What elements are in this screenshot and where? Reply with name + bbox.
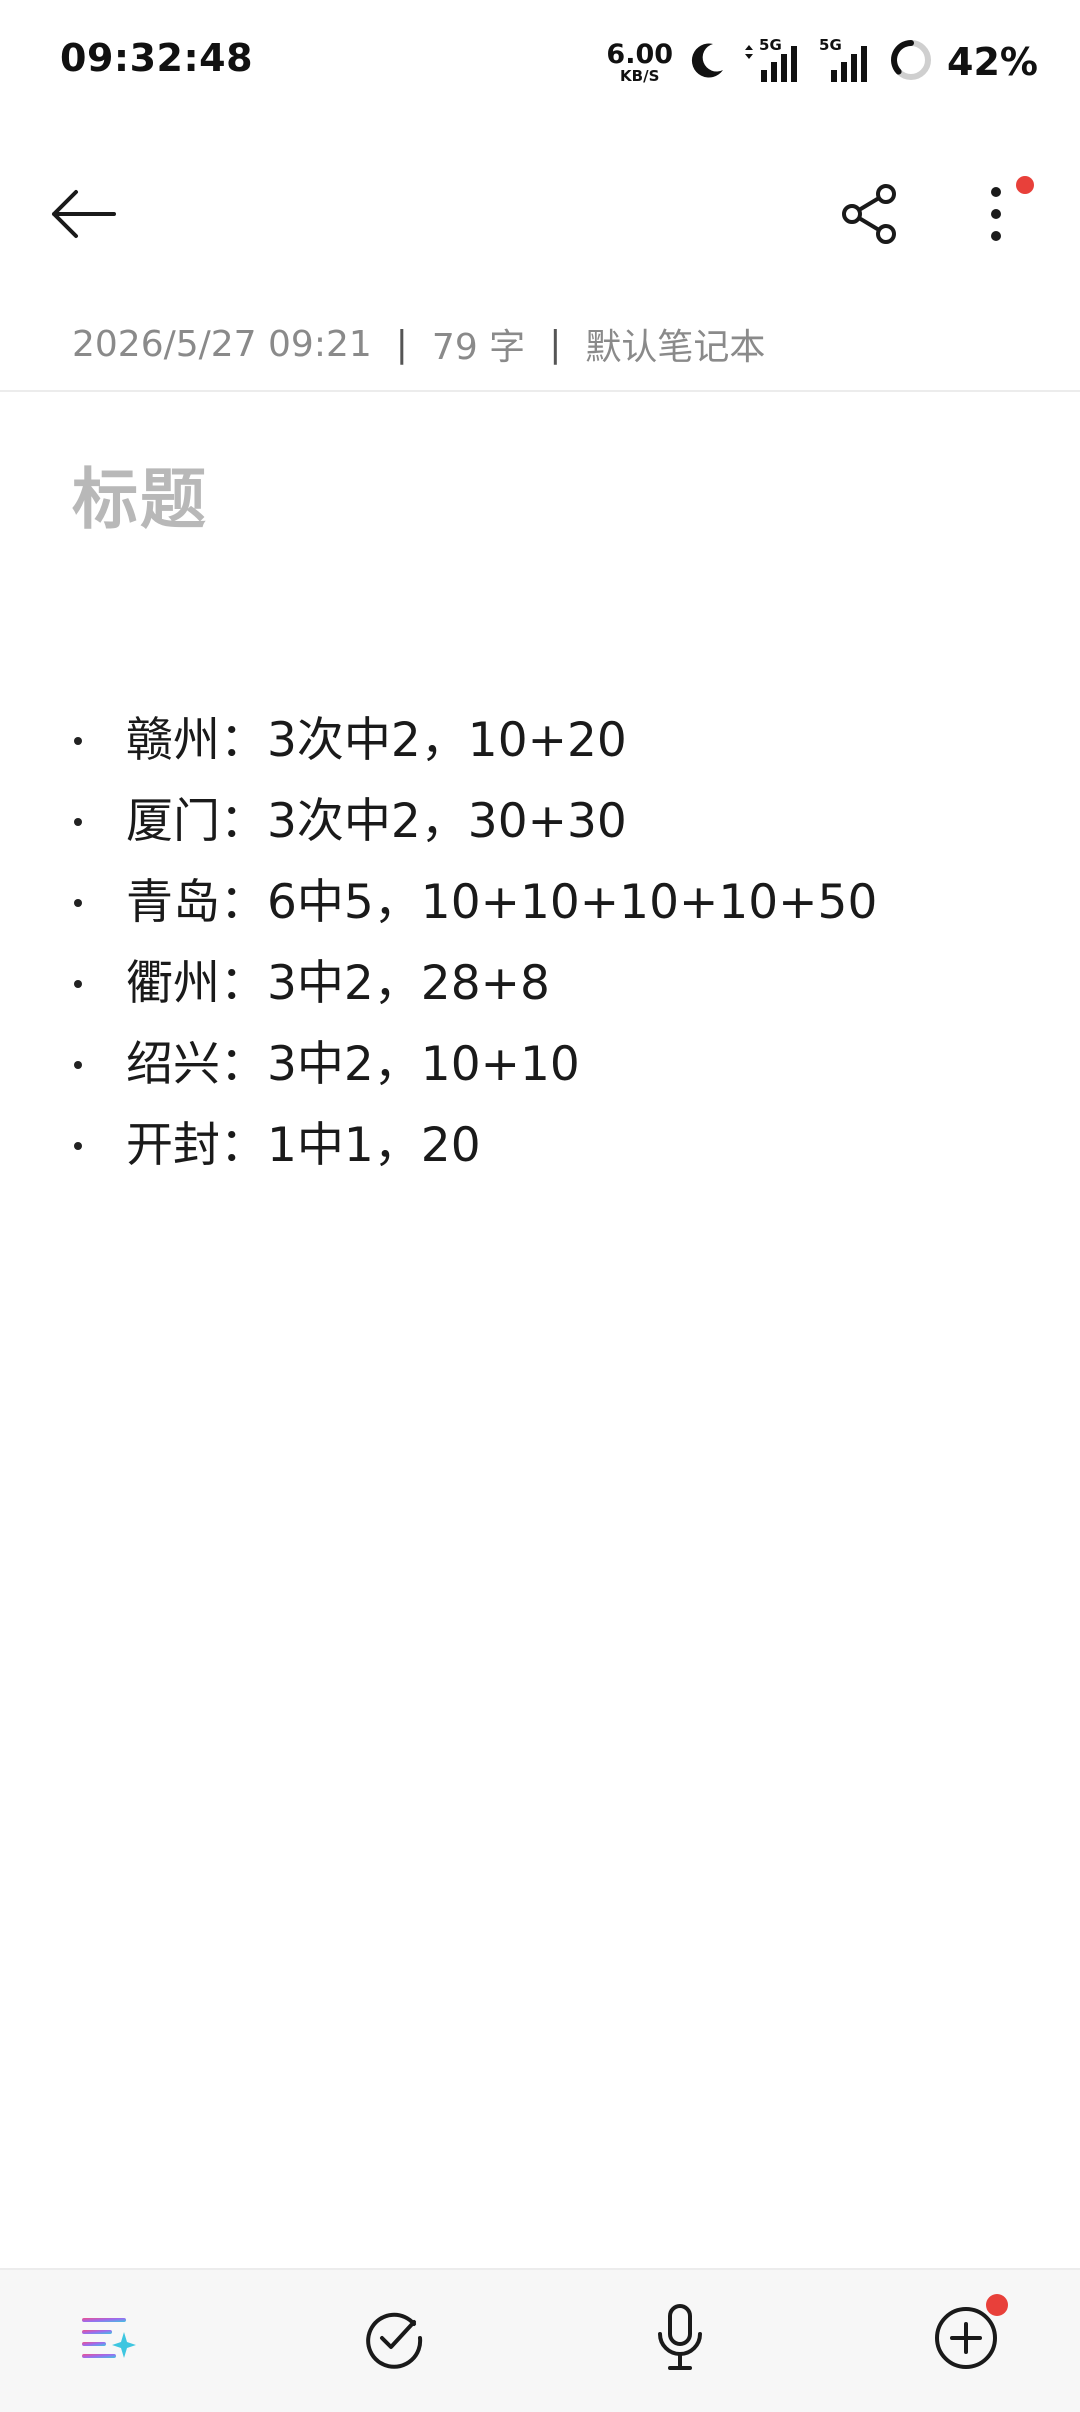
bottom-toolbar	[0, 2268, 1080, 2412]
header-divider	[0, 390, 1080, 392]
list-item-text: 赣州：3次中2，10+20	[126, 713, 627, 768]
share-button[interactable]	[830, 176, 910, 256]
ai-format-icon	[76, 2306, 140, 2374]
sim1-network-label: 5G	[759, 36, 782, 54]
back-button[interactable]	[40, 178, 126, 254]
list-item-text: 绍兴：3中2，10+10	[126, 1037, 580, 1092]
status-time: 09:32:48	[60, 36, 254, 80]
list-item[interactable]: 开封：1中1，20	[72, 1105, 877, 1186]
ai-format-button[interactable]	[66, 2298, 150, 2382]
note-word-count: 79 字	[431, 327, 526, 368]
notification-badge	[986, 2294, 1008, 2316]
arrow-left-icon	[48, 186, 118, 246]
microphone-icon	[648, 2302, 712, 2378]
bullet-icon	[74, 737, 82, 745]
bullet-icon	[74, 1061, 82, 1069]
list-item[interactable]: 绍兴：3中2，10+10	[72, 1024, 877, 1105]
network-speed: 6.00 KB/S	[606, 41, 673, 84]
status-icons: 6.00 KB/S 5G 5G 42%	[606, 34, 1038, 90]
share-icon	[838, 182, 902, 250]
voice-input-button[interactable]	[638, 2298, 722, 2382]
bullet-icon	[74, 818, 82, 826]
checklist-button[interactable]	[352, 2298, 436, 2382]
list-item-text: 厦门：3次中2，30+30	[126, 794, 627, 849]
note-body[interactable]: 赣州：3次中2，10+20 厦门：3次中2，30+30 青岛：6中5，10+10…	[72, 700, 877, 1186]
battery-ring-icon	[889, 38, 933, 86]
notebook-selector[interactable]: 默认笔记本	[585, 318, 765, 370]
list-item[interactable]: 厦门：3次中2，30+30	[72, 781, 877, 862]
list-item[interactable]: 赣州：3次中2，10+20	[72, 700, 877, 781]
list-item-text: 青岛：6中5，10+10+10+10+50	[126, 875, 878, 930]
sim2-network-label: 5G	[819, 36, 842, 54]
notification-badge	[1016, 176, 1034, 194]
list-item[interactable]: 衢州：3中2，28+8	[72, 943, 877, 1024]
battery-percent: 42%	[947, 40, 1038, 84]
list-item-text: 开封：1中1，20	[126, 1118, 481, 1173]
add-circle-icon	[932, 2304, 1000, 2376]
check-circle-icon	[362, 2306, 426, 2374]
status-bar: 09:32:48 6.00 KB/S 5G 5G 42%	[0, 0, 1080, 120]
network-speed-value: 6.00	[606, 38, 674, 70]
signal-sim1-icon: 5G	[741, 36, 805, 84]
list-item-text: 衢州：3中2，28+8	[126, 956, 550, 1011]
list-item[interactable]: 青岛：6中5，10+10+10+10+50	[72, 862, 877, 943]
more-vertical-icon	[986, 182, 1006, 250]
bullet-icon	[74, 899, 82, 907]
network-speed-unit: KB/S	[620, 66, 660, 85]
moon-icon	[687, 40, 727, 84]
meta-separator: |	[395, 323, 408, 365]
more-options-button[interactable]	[960, 176, 1034, 256]
bullet-icon	[74, 980, 82, 988]
note-toolbar	[0, 150, 1080, 280]
note-title-input[interactable]: 标题	[72, 446, 208, 542]
note-datetime: 2026/5/27 09:21	[72, 323, 372, 365]
meta-separator: |	[549, 323, 562, 365]
add-button[interactable]	[924, 2294, 1008, 2382]
bullet-icon	[74, 1142, 82, 1150]
note-meta: 2026/5/27 09:21 | 79 字 | 默认笔记本	[72, 318, 765, 370]
signal-sim2-icon: 5G	[819, 36, 875, 84]
